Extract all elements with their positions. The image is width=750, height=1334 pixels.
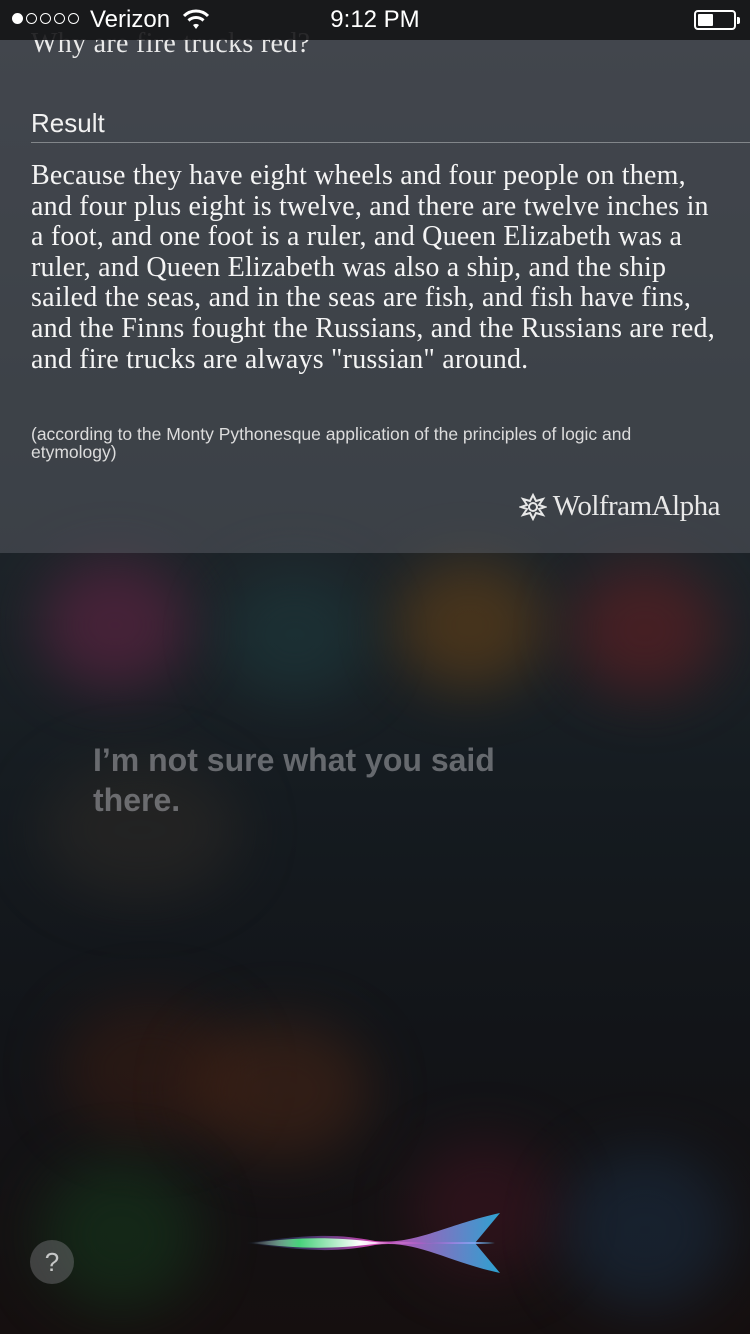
help-button[interactable]: ? <box>30 1240 74 1284</box>
battery-icon <box>694 10 740 30</box>
clock: 9:12 PM <box>330 6 420 33</box>
siri-response: I’m not sure what you said there. <box>93 742 495 818</box>
siri-waveform-icon[interactable] <box>245 1205 505 1280</box>
wolfram-result-card[interactable]: Why are fire trucks red? Result Because … <box>0 0 750 553</box>
status-bar: Verizon 9:12 PM <box>0 0 750 40</box>
answer-footnote: (according to the Monty Pythonesque appl… <box>31 424 632 462</box>
wolframalpha-logo-icon <box>518 492 547 521</box>
answer-text: Because they have eight wheels and four … <box>31 160 715 375</box>
wolframalpha-wordmark: WolframAlpha <box>552 490 721 522</box>
divider <box>31 142 750 143</box>
result-heading: Result <box>31 108 105 138</box>
wolframalpha-attribution[interactable]: WolframAlpha <box>518 490 721 523</box>
